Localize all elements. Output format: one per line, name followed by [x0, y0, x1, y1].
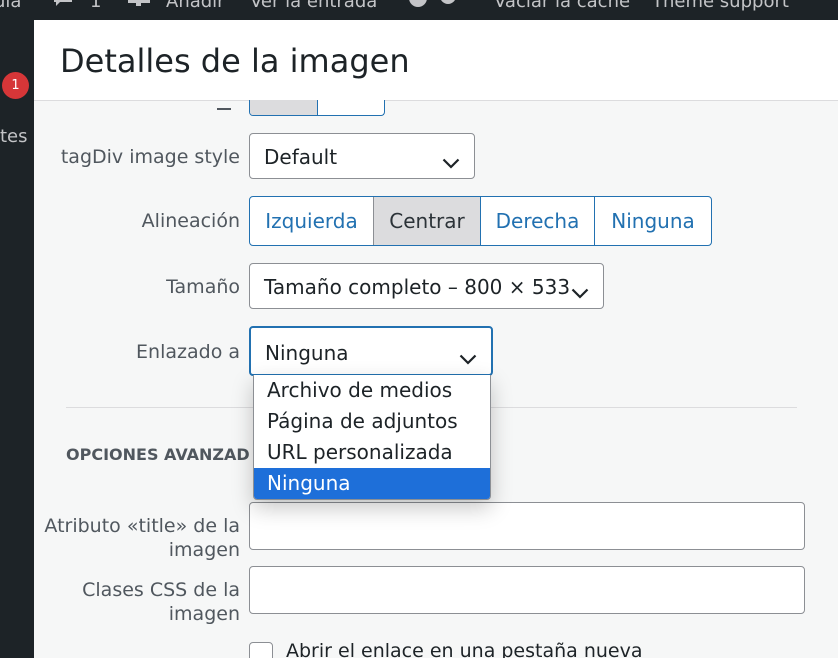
image-details-modal: Detalles de la imagen tagDiv image style… — [34, 20, 838, 658]
image-size-select[interactable]: Tamaño completo – 800 × 533 — [249, 263, 604, 309]
comments-count[interactable]: 1 — [90, 0, 101, 12]
css-classes-label-line1: Clases CSS de la — [82, 579, 240, 601]
link-to-select[interactable]: Ninguna — [249, 326, 493, 376]
admin-bar: ula 1 Añadir Ver la entrada Vaciar la ca… — [0, 0, 838, 20]
alignment-label: Alineación — [141, 210, 240, 232]
modal-header: Detalles de la imagen — [34, 20, 838, 101]
image-style-value: Default — [264, 145, 338, 169]
align-none-button[interactable]: Ninguna — [594, 197, 711, 245]
link-to-value: Ninguna — [265, 341, 349, 365]
chevron-down-icon — [459, 346, 477, 370]
adminbar-theme-support[interactable]: Theme support — [652, 0, 789, 12]
performance-icon[interactable] — [408, 0, 456, 15]
title-attribute-label-line1: Atributo «title» de la — [44, 515, 240, 537]
partial-button-group[interactable] — [249, 100, 385, 116]
option-none[interactable]: Ninguna — [254, 468, 490, 499]
title-attribute-label: Atributo «title» de la imagen — [44, 514, 240, 562]
image-style-select[interactable]: Default — [249, 133, 475, 179]
adminbar-clear-cache[interactable]: Vaciar la caché — [494, 0, 630, 12]
adminbar-new[interactable]: Añadir — [166, 0, 225, 12]
new-tab-label: Abrir el enlace en una pestaña nueva — [286, 640, 643, 658]
css-classes-label-line2: imagen — [168, 603, 240, 625]
title-attribute-label-line2: imagen — [168, 539, 240, 561]
size-label: Tamaño — [166, 276, 240, 298]
link-to-options-list: Archivo de medios Página de adjuntos URL… — [253, 375, 491, 500]
modal-title: Detalles de la imagen — [60, 42, 410, 80]
comments-icon[interactable] — [52, 0, 78, 15]
new-tab-checkbox[interactable] — [249, 642, 273, 658]
adminbar-view-post[interactable]: Ver la entrada — [250, 0, 377, 12]
option-attachment-page[interactable]: Página de adjuntos — [254, 406, 490, 437]
option-custom-url[interactable]: URL personalizada — [254, 437, 490, 468]
css-classes-input[interactable] — [249, 566, 805, 614]
sidebar-partial-label[interactable]: tes — [0, 126, 28, 147]
align-right-button[interactable]: Derecha — [480, 197, 594, 245]
style-label: tagDiv image style — [60, 146, 240, 168]
chevron-down-icon — [442, 150, 460, 174]
alignment-button-group: Izquierda Centrar Derecha Ninguna — [249, 196, 712, 246]
css-classes-label: Clases CSS de la imagen — [82, 578, 240, 626]
option-media-file[interactable]: Archivo de medios — [254, 375, 490, 406]
title-attribute-input[interactable] — [249, 502, 805, 550]
align-center-button[interactable]: Centrar — [373, 197, 480, 245]
partial-field-label — [217, 102, 231, 110]
plus-icon[interactable] — [128, 0, 150, 15]
image-size-value: Tamaño completo – 800 × 533 — [264, 275, 571, 299]
admin-sidebar: 1 tes — [0, 20, 34, 658]
align-left-button[interactable]: Izquierda — [250, 197, 373, 245]
link-to-label: Enlazado a — [136, 341, 240, 363]
adminbar-item[interactable]: ula — [0, 0, 21, 12]
chevron-down-icon — [571, 280, 589, 304]
advanced-options-heading[interactable]: OPCIONES AVANZAD — [66, 445, 250, 464]
update-badge: 1 — [2, 72, 29, 99]
